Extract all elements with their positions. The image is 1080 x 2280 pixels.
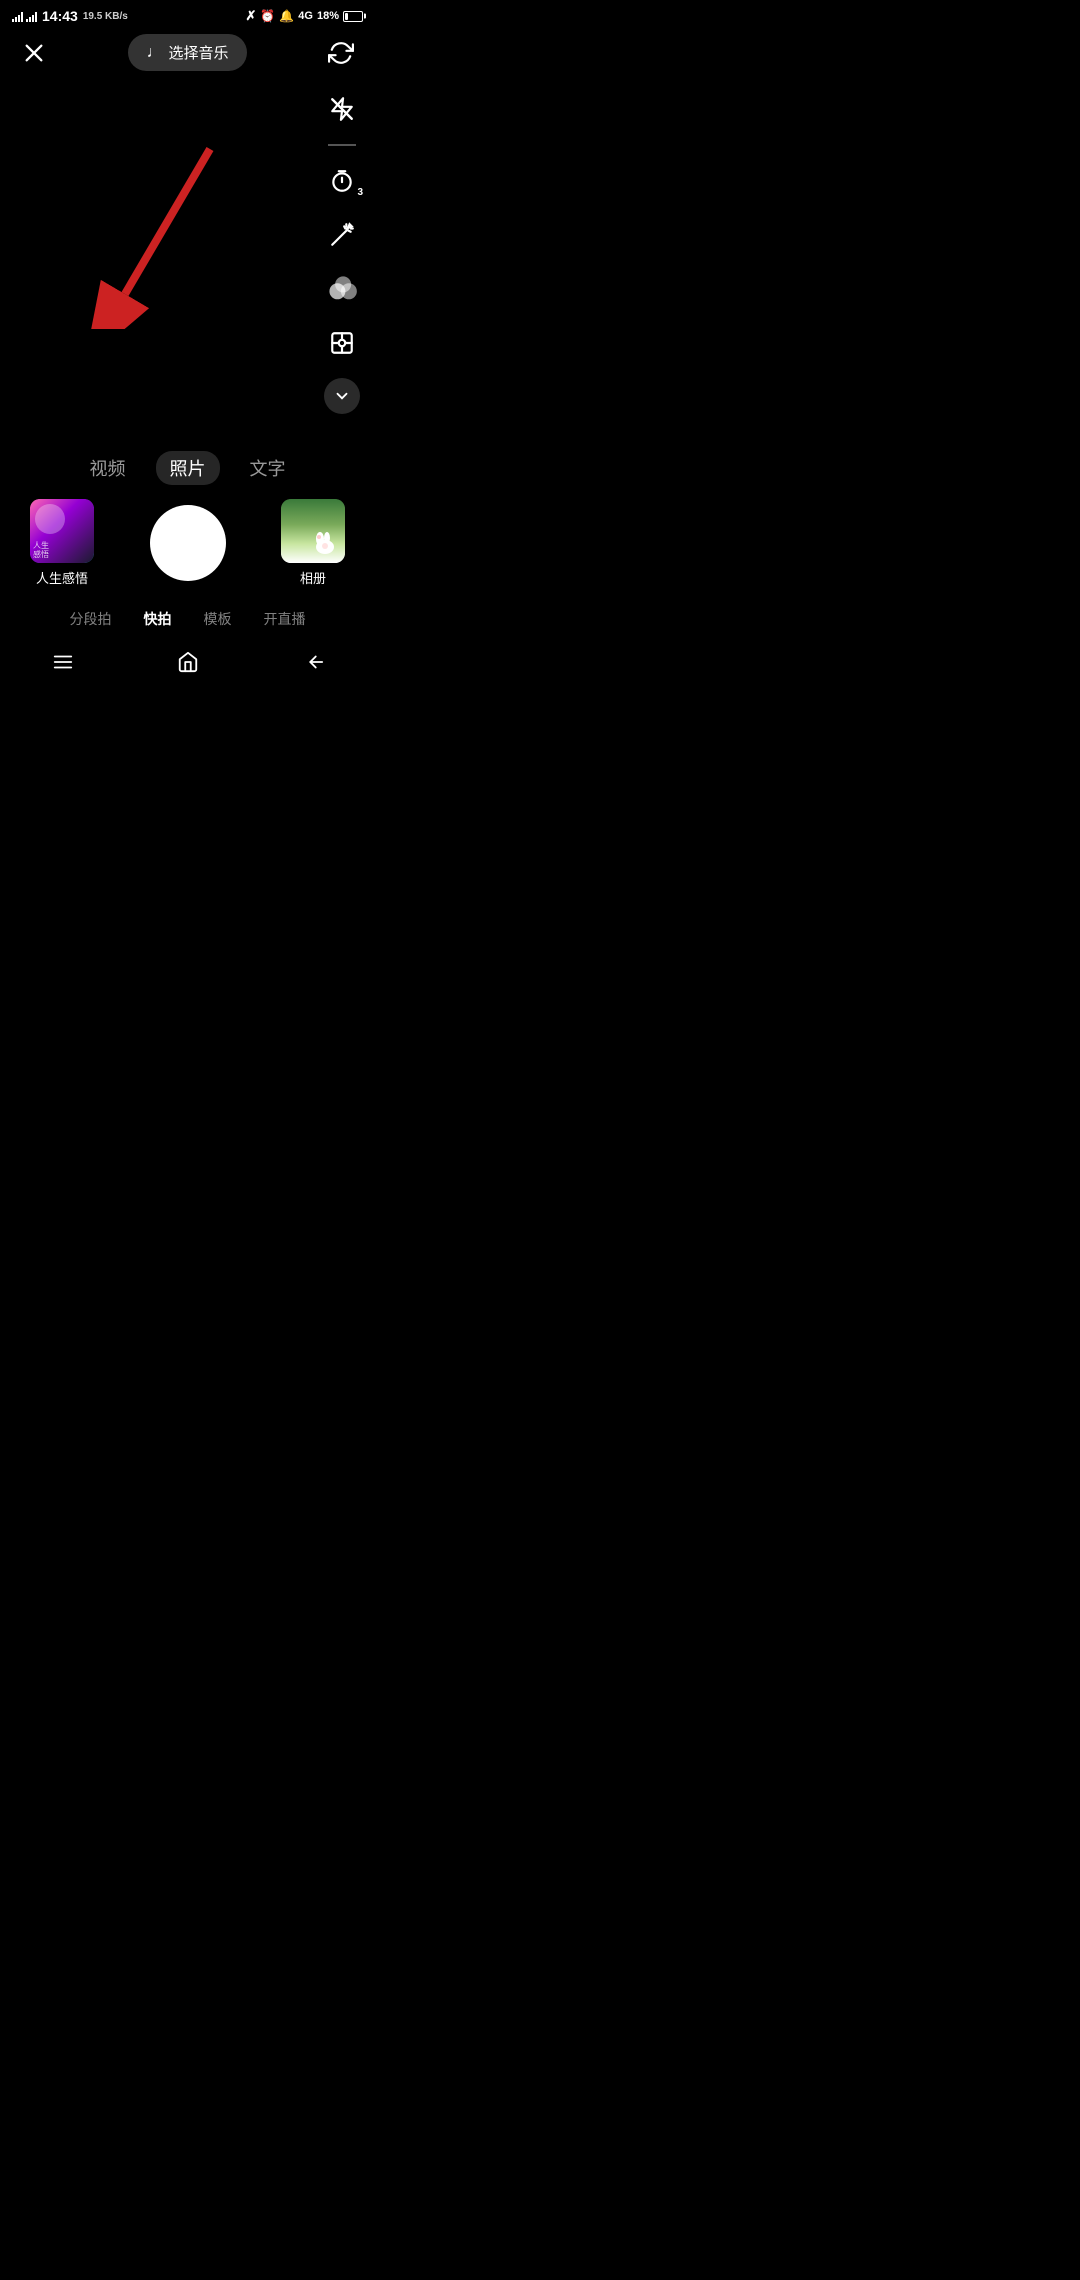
status-left: 14:43 19.5 KB/s [12, 8, 128, 24]
nav-menu-button[interactable] [41, 647, 85, 677]
signal-icon: 4G [298, 10, 313, 22]
album-thumbnail[interactable] [281, 499, 345, 563]
battery-icon [343, 11, 363, 22]
notification-icon: 🔔 [279, 9, 294, 23]
bluetooth-icon: ✗ [245, 8, 256, 24]
time-display: 14:43 [42, 8, 78, 24]
music-button-label: 选择音乐 [168, 42, 228, 63]
close-button[interactable] [16, 35, 52, 71]
sub-item-quick[interactable]: 快拍 [140, 607, 176, 631]
sub-menu: 分段拍 快拍 模板 开直播 [0, 597, 375, 639]
thumbnail-image: 人生感悟 [30, 499, 94, 563]
mode-photo[interactable]: 照片 [156, 451, 220, 485]
music-note-icon: ♩ [146, 44, 162, 62]
sub-item-live[interactable]: 开直播 [260, 607, 310, 631]
signal-bars-2 [26, 10, 37, 22]
bottom-controls: 人生感悟 人生感悟 [0, 499, 375, 597]
status-bar: 14:43 19.5 KB/s ✗ ⏰ 🔔 4G 18% [0, 0, 375, 26]
battery-percent: 18% [317, 10, 339, 22]
music-button[interactable]: ♩ 选择音乐 [128, 34, 246, 71]
sub-item-template[interactable]: 模板 [200, 607, 236, 631]
shutter-wrap [150, 505, 226, 581]
nav-home-button[interactable] [166, 647, 210, 677]
data-speed: 19.5 KB/s [83, 11, 128, 22]
left-thumbnail-wrap: 人生感悟 人生感悟 [30, 499, 94, 587]
album-image [281, 499, 345, 563]
left-thumbnail-label: 人生感悟 [36, 568, 88, 587]
signal-bars-1 [12, 10, 23, 22]
left-thumbnail[interactable]: 人生感悟 [30, 499, 94, 563]
shutter-inner [156, 511, 220, 575]
nav-bar [0, 639, 375, 687]
right-thumbnail-wrap: 相册 [281, 499, 345, 587]
top-controls: ♩ 选择音乐 [0, 26, 375, 79]
viewfinder [0, 79, 375, 439]
mode-selector: 视频 照片 文字 [0, 439, 375, 499]
shutter-button[interactable] [150, 505, 226, 581]
album-label: 相册 [300, 568, 326, 587]
status-right: ✗ ⏰ 🔔 4G 18% [245, 8, 363, 24]
alarm-icon: ⏰ [260, 9, 275, 23]
nav-back-button[interactable] [291, 647, 335, 677]
sub-item-segment[interactable]: 分段拍 [66, 607, 116, 631]
refresh-button[interactable] [323, 35, 359, 71]
mode-video[interactable]: 视频 [90, 455, 126, 481]
mode-text[interactable]: 文字 [250, 455, 286, 481]
arrow-annotation [70, 129, 250, 334]
